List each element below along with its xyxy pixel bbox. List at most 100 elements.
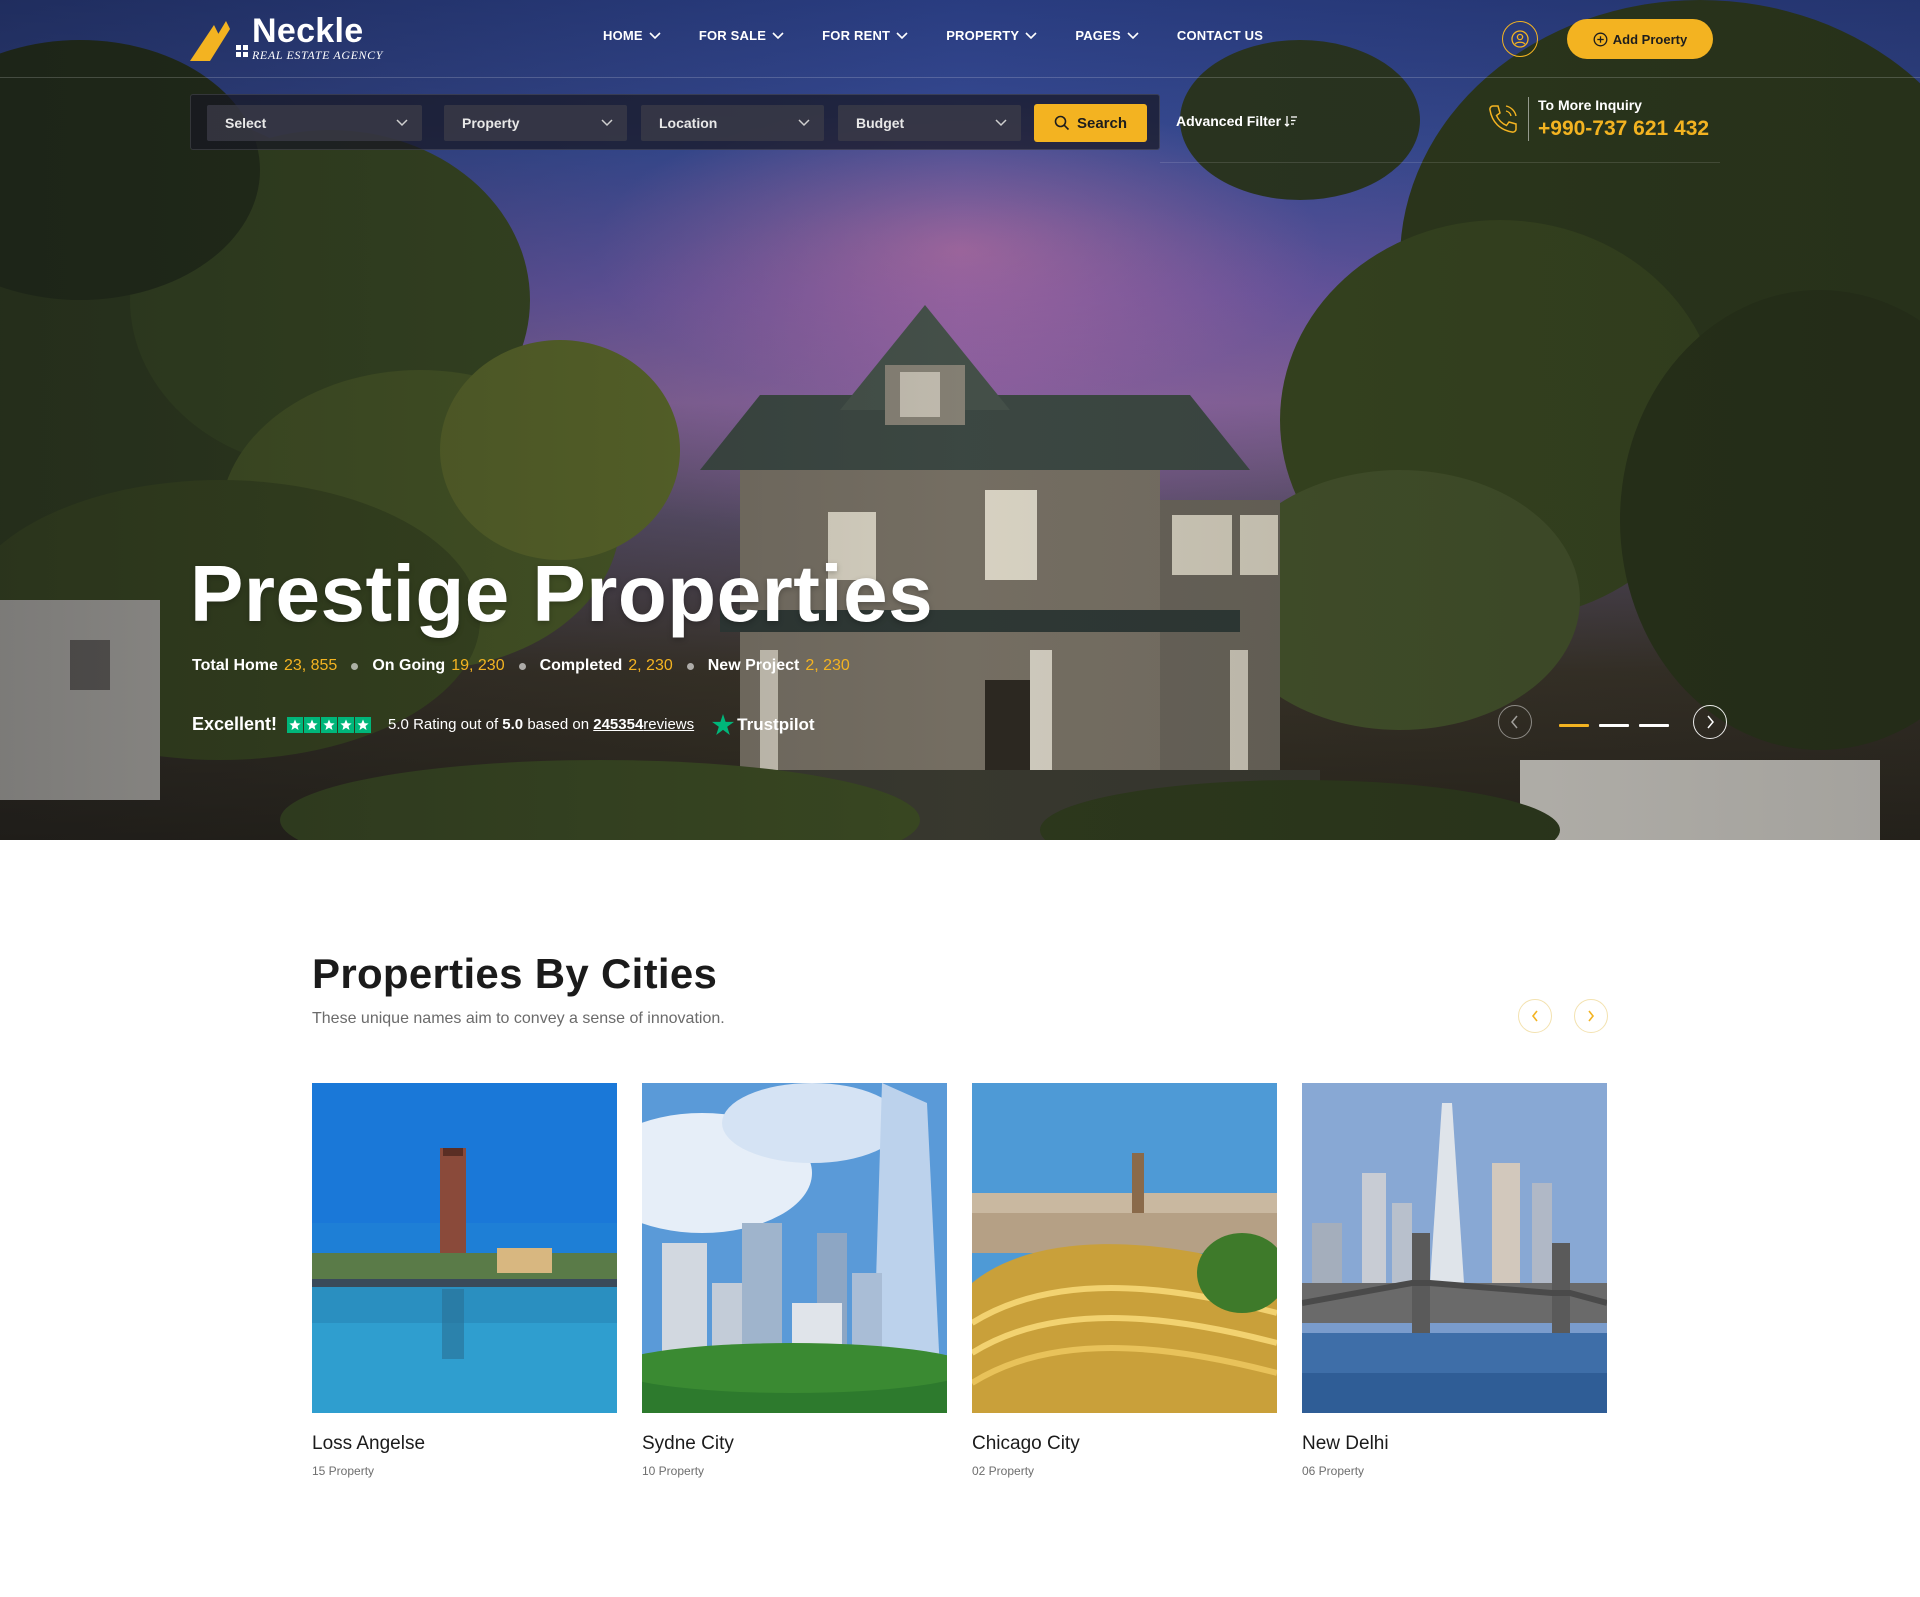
nav-contact-us[interactable]: CONTACT US (1177, 28, 1263, 43)
city-image[interactable] (642, 1083, 947, 1413)
stat-value: 2, 230 (805, 657, 850, 674)
chevron-left-icon (1511, 715, 1518, 729)
trustpilot-label: Trustpilot (737, 714, 815, 734)
nav-home[interactable]: HOME (603, 28, 661, 43)
slider-next-button[interactable] (1693, 705, 1727, 739)
city-image[interactable] (1302, 1083, 1607, 1413)
chevron-right-icon (1707, 715, 1714, 729)
inquiry-label: To More Inquiry (1538, 97, 1642, 113)
city-image[interactable] (312, 1083, 617, 1413)
stat-value: 23, 855 (283, 657, 338, 674)
stat-on-going: On Going 19, 230 (372, 657, 504, 675)
star-icon (304, 716, 321, 733)
budget-select[interactable]: Budget (838, 105, 1021, 141)
slider-dot[interactable] (1559, 724, 1589, 727)
rating-excellent: Excellent! (192, 714, 278, 734)
advanced-filter-label: Advanced Filter (1176, 113, 1282, 129)
add-property-label: Add Proerty (1612, 31, 1688, 47)
city-card[interactable]: Chicago City 02 Property (972, 1083, 1277, 1478)
slider-dot[interactable] (1639, 724, 1669, 727)
logo[interactable]: Neckle REAL ESTATE AGENCY (190, 14, 383, 64)
location-select[interactable]: Location (641, 105, 824, 141)
nav-property[interactable]: PROPERTY (946, 28, 1037, 43)
divider (1160, 162, 1720, 163)
chevron-down-icon (1025, 31, 1037, 39)
stat-label: Completed (539, 657, 623, 674)
stat-label: On Going (372, 657, 446, 674)
nav-for-sale[interactable]: FOR SALE (699, 28, 784, 43)
star-icon (338, 716, 355, 733)
hero-title: Prestige Properties (190, 549, 934, 638)
nav-pages[interactable]: PAGES (1075, 28, 1139, 43)
reviews-count: 245354 (593, 716, 644, 733)
nav-label: CONTACT US (1176, 28, 1264, 43)
stat-label: Total Home (192, 657, 278, 674)
city-card[interactable]: Sydne City 10 Property (642, 1083, 947, 1478)
city-property-count: 15 Property (312, 1464, 375, 1478)
stat-total-home: Total Home 23, 855 (192, 657, 337, 675)
inquiry-phone[interactable]: +990-737 621 432 (1538, 117, 1709, 141)
chevron-down-icon (601, 119, 613, 127)
city-name[interactable]: Chicago City (972, 1433, 1277, 1455)
nav-label: PROPERTY (946, 28, 1020, 43)
reviews-word: reviews (643, 716, 695, 733)
main-nav: HOME FOR SALE FOR RENT PROPERTY PAGES CO… (603, 28, 1301, 43)
city-name[interactable]: Loss Angelse (312, 1433, 617, 1455)
chevron-down-icon (1127, 31, 1139, 39)
stat-completed: Completed 2, 230 (540, 657, 673, 675)
separator-dot (686, 662, 694, 670)
advanced-filter-link[interactable]: Advanced Filter (1176, 113, 1298, 129)
rating-max: 5.0 (502, 716, 524, 733)
nav-for-rent[interactable]: FOR RENT (822, 28, 908, 43)
plus-circle-icon (1593, 32, 1608, 46)
slider-dot[interactable] (1599, 724, 1629, 727)
nav-label: HOME (603, 28, 643, 43)
stat-label: New Project (707, 657, 800, 674)
slider-prev-button[interactable] (1498, 705, 1532, 739)
property-select[interactable]: Property (444, 105, 627, 141)
cities-prev-button[interactable] (1518, 999, 1552, 1033)
stat-new-project: New Project 2, 230 (708, 657, 850, 675)
chevron-right-icon (1588, 1010, 1595, 1022)
trustpilot-star-icon (712, 714, 735, 735)
city-name[interactable]: New Delhi (1302, 1433, 1607, 1455)
stat-value: 2, 230 (628, 657, 673, 674)
user-account-button[interactable] (1502, 21, 1538, 57)
brand-name: Neckle (252, 11, 364, 50)
rating-based-on: based on (527, 716, 590, 733)
type-select[interactable]: Select (207, 105, 422, 141)
trustpilot-logo[interactable]: Trustpilot (712, 714, 815, 735)
hero-banner: Neckle REAL ESTATE AGENCY HOME FOR SALE … (0, 0, 1920, 840)
divider (1528, 97, 1529, 141)
city-image[interactable] (972, 1083, 1277, 1413)
chevron-down-icon (649, 31, 661, 39)
cities-section-title: Properties By Cities (312, 950, 718, 997)
reviews-link[interactable]: 245354reviews (593, 716, 694, 733)
rating-summary: 5.0 Rating out of 5.0 based on 245354rev… (388, 716, 694, 733)
city-card[interactable]: New Delhi 06 Property (1302, 1083, 1607, 1478)
select-value: Property (462, 115, 520, 131)
chevron-down-icon (798, 119, 810, 127)
logo-icon (190, 17, 250, 61)
star-icon (355, 716, 372, 733)
separator-dot (518, 662, 526, 670)
nav-label: FOR SALE (698, 28, 767, 43)
site-header: Neckle REAL ESTATE AGENCY HOME FOR SALE … (0, 0, 1920, 78)
add-property-button[interactable]: Add Proerty (1567, 19, 1713, 59)
rating-prefix: 5.0 Rating out of (388, 716, 499, 733)
stat-value: 19, 230 (451, 657, 505, 674)
chevron-down-icon (772, 31, 784, 39)
city-card[interactable]: Loss Angelse 15 Property (312, 1083, 617, 1478)
city-name[interactable]: Sydne City (642, 1433, 947, 1455)
user-icon (1511, 30, 1529, 48)
cities-next-button[interactable] (1574, 999, 1608, 1033)
chevron-down-icon (396, 119, 408, 127)
city-property-count: 02 Property (972, 1464, 1035, 1478)
rating-stars (287, 716, 372, 733)
select-value: Select (225, 115, 267, 131)
separator-dot (351, 662, 359, 670)
chevron-down-icon (896, 31, 908, 39)
nav-label: PAGES (1075, 28, 1121, 43)
search-button[interactable]: Search (1034, 104, 1147, 142)
slider-pagination (1559, 724, 1669, 727)
